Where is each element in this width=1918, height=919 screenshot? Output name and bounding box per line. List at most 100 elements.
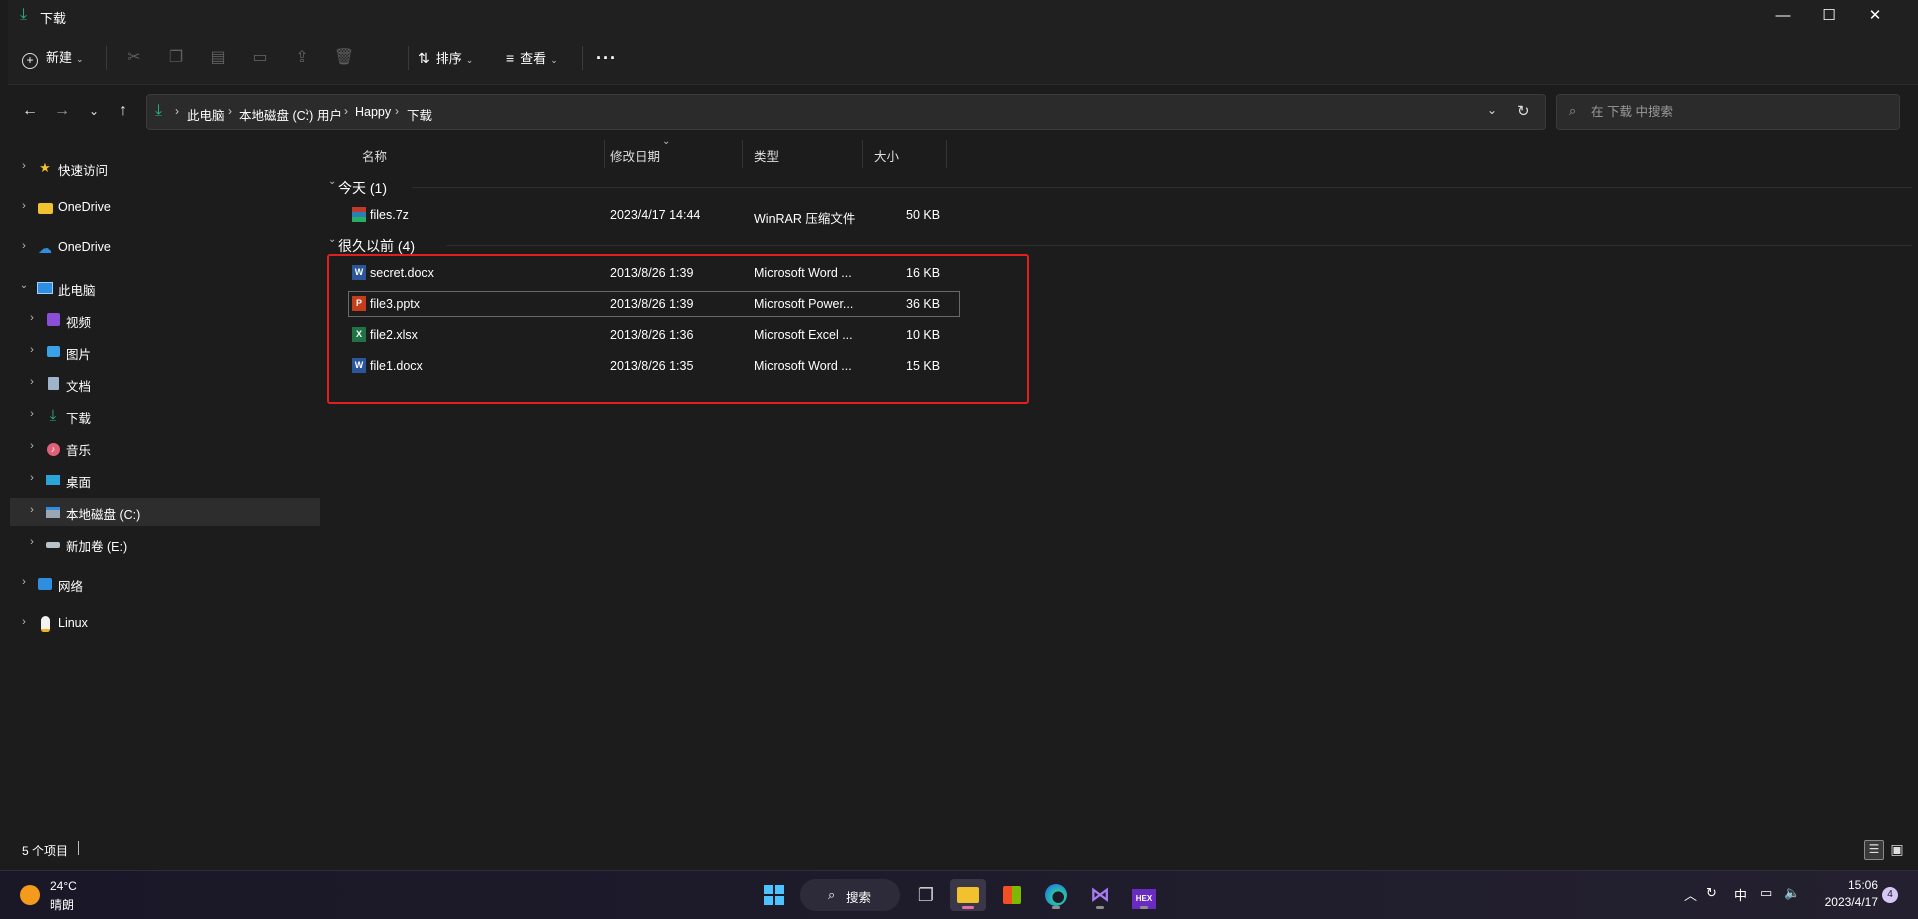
new-button[interactable]: + 新建 ⌄: [22, 44, 84, 72]
file-explorer-taskbar-icon[interactable]: [950, 879, 986, 911]
sidebar-item-onedrive-folder[interactable]: › OneDrive: [8, 194, 320, 222]
chevron-down-icon[interactable]: ⌄: [18, 280, 30, 291]
group-collapse-chevron-icon[interactable]: ⌄: [328, 176, 336, 187]
sidebar-item-pictures[interactable]: › 图片: [8, 338, 320, 366]
sidebar-item-desktop[interactable]: › 桌面: [8, 466, 320, 494]
chevron-right-icon[interactable]: ›: [26, 472, 38, 484]
forward-arrow-icon[interactable]: →: [50, 99, 74, 123]
sidebar-item-videos[interactable]: › 视频: [8, 306, 320, 334]
sidebar-item-downloads[interactable]: › ⤓ 下载: [8, 402, 320, 430]
search-box[interactable]: ⌕: [1556, 94, 1900, 130]
delete-icon[interactable]: 🗑: [330, 44, 358, 72]
minimize-button[interactable]: —: [1760, 0, 1806, 32]
running-indicator: [1096, 906, 1104, 909]
tiles-view-icon[interactable]: ▣: [1888, 840, 1906, 858]
view-button[interactable]: ≡ 查看 ⌄: [506, 44, 558, 72]
paste-icon[interactable]: ▤: [204, 44, 232, 72]
search-input[interactable]: [1589, 104, 1883, 120]
group-header-today[interactable]: 今天 (1): [338, 178, 387, 198]
share-icon[interactable]: ⇪: [288, 44, 316, 72]
store-taskbar-icon[interactable]: [994, 879, 1030, 911]
address-bar[interactable]: ⤓ › 此电脑 › 本地磁盘 (C:) › 用户 › Happy › 下载 ⌄ …: [146, 94, 1546, 130]
details-view-icon[interactable]: ☰: [1864, 840, 1884, 860]
network-status-icon[interactable]: ▭: [1760, 885, 1772, 901]
weather-widget[interactable]: [18, 883, 42, 907]
sort-button[interactable]: ⇅ 排序 ⌄: [418, 44, 473, 72]
chevron-right-icon[interactable]: ›: [26, 440, 38, 452]
hex-editor-taskbar-icon[interactable]: HEX: [1126, 879, 1162, 911]
chevron-right-icon[interactable]: ›: [26, 504, 38, 516]
chevron-right-icon[interactable]: ›: [26, 536, 38, 548]
sidebar-item-network[interactable]: › 网络: [8, 570, 320, 598]
back-arrow-icon[interactable]: ←: [18, 99, 42, 123]
ime-indicator[interactable]: 中: [1734, 885, 1747, 904]
refresh-icon[interactable]: ↻: [1517, 102, 1530, 120]
taskbar-search-button[interactable]: ⌕ 搜索: [800, 879, 900, 911]
chevron-right-icon[interactable]: ›: [26, 408, 38, 420]
edge-taskbar-icon[interactable]: [1038, 879, 1074, 911]
chevron-right-icon[interactable]: ›: [18, 240, 30, 252]
sidebar-item-music[interactable]: › ♪ 音乐: [8, 434, 320, 462]
clock-time[interactable]: 15:06: [1818, 878, 1878, 892]
folder-icon: [36, 199, 54, 217]
toolbar-divider: [582, 46, 583, 70]
table-row[interactable]: files.7z 2023/4/17 14:44 WinRAR 压缩文件 50 …: [348, 202, 960, 228]
recent-chevron-icon[interactable]: ⌄: [82, 99, 106, 123]
sort-icon: ⇅: [418, 50, 430, 66]
task-view-icon[interactable]: ❐: [908, 879, 944, 911]
column-header-date[interactable]: 修改日期: [610, 146, 660, 165]
volume-icon[interactable]: 🔈: [1784, 885, 1800, 901]
sync-icon[interactable]: ↻: [1706, 885, 1717, 901]
sidebar-item-documents[interactable]: › 文档: [8, 370, 320, 398]
column-divider[interactable]: [946, 140, 947, 168]
rename-icon[interactable]: ▭: [246, 44, 274, 72]
breadcrumb-local-disk[interactable]: 本地磁盘 (C:): [239, 105, 313, 124]
breadcrumb-users[interactable]: 用户: [317, 105, 342, 124]
start-button[interactable]: [756, 879, 792, 911]
breadcrumb-this-pc[interactable]: 此电脑: [187, 105, 225, 124]
linux-icon: [36, 615, 54, 633]
address-history-chevron-icon[interactable]: ⌄: [1487, 103, 1497, 117]
new-label: 新建: [46, 50, 73, 65]
chevron-right-icon[interactable]: ›: [18, 200, 30, 212]
chevron-right-icon[interactable]: ›: [18, 616, 30, 628]
column-divider[interactable]: [862, 140, 863, 168]
sidebar-item-linux[interactable]: › Linux: [8, 610, 320, 638]
chevron-right-icon[interactable]: ›: [26, 376, 38, 388]
group-divider: [446, 245, 1912, 246]
more-button[interactable]: ···: [596, 44, 617, 72]
notification-badge[interactable]: 4: [1882, 887, 1898, 903]
chevron-right-icon[interactable]: ›: [26, 312, 38, 324]
sidebar-item-new-volume-e[interactable]: › 新加卷 (E:): [8, 530, 320, 558]
group-collapse-chevron-icon[interactable]: ⌄: [328, 234, 336, 245]
show-hidden-icons-chevron-icon[interactable]: ︿: [1684, 885, 1697, 904]
desktop-icon: [44, 471, 62, 489]
sidebar-item-onedrive-cloud[interactable]: › ☁ OneDrive: [8, 234, 320, 262]
column-header-type[interactable]: 类型: [754, 146, 779, 165]
sidebar-item-label: Linux: [58, 616, 88, 630]
chevron-right-icon[interactable]: ›: [18, 576, 30, 588]
file-date: 2023/4/17 14:44: [610, 208, 701, 222]
chevron-right-icon[interactable]: ›: [26, 344, 38, 356]
sidebar-item-this-pc[interactable]: ⌄ 此电脑: [8, 274, 320, 302]
cut-icon[interactable]: ✂: [120, 44, 148, 72]
column-header-name[interactable]: 名称: [362, 146, 387, 165]
visual-studio-taskbar-icon[interactable]: ⋈: [1082, 879, 1118, 911]
column-divider[interactable]: [604, 140, 605, 168]
drive-icon: [44, 503, 62, 521]
column-divider[interactable]: [742, 140, 743, 168]
up-arrow-icon[interactable]: ↑: [111, 99, 135, 123]
group-header-long-ago[interactable]: 很久以前 (4): [338, 236, 415, 256]
sidebar-item-quick-access[interactable]: › ★ 快速访问: [8, 154, 320, 182]
close-button[interactable]: ✕: [1852, 0, 1898, 32]
clock-date[interactable]: 2023/4/17: [1818, 895, 1878, 909]
breadcrumb-downloads[interactable]: 下载: [407, 105, 432, 124]
sidebar-item-local-disk-c[interactable]: › 本地磁盘 (C:): [10, 498, 320, 526]
breadcrumb-happy[interactable]: Happy: [355, 105, 391, 119]
sidebar-item-label: 音乐: [66, 444, 92, 458]
chevron-right-icon: ›: [228, 104, 232, 118]
copy-icon[interactable]: ❐: [162, 44, 190, 72]
column-header-size[interactable]: 大小: [874, 146, 899, 165]
chevron-right-icon[interactable]: ›: [18, 160, 30, 172]
maximize-button[interactable]: ☐: [1806, 0, 1852, 32]
